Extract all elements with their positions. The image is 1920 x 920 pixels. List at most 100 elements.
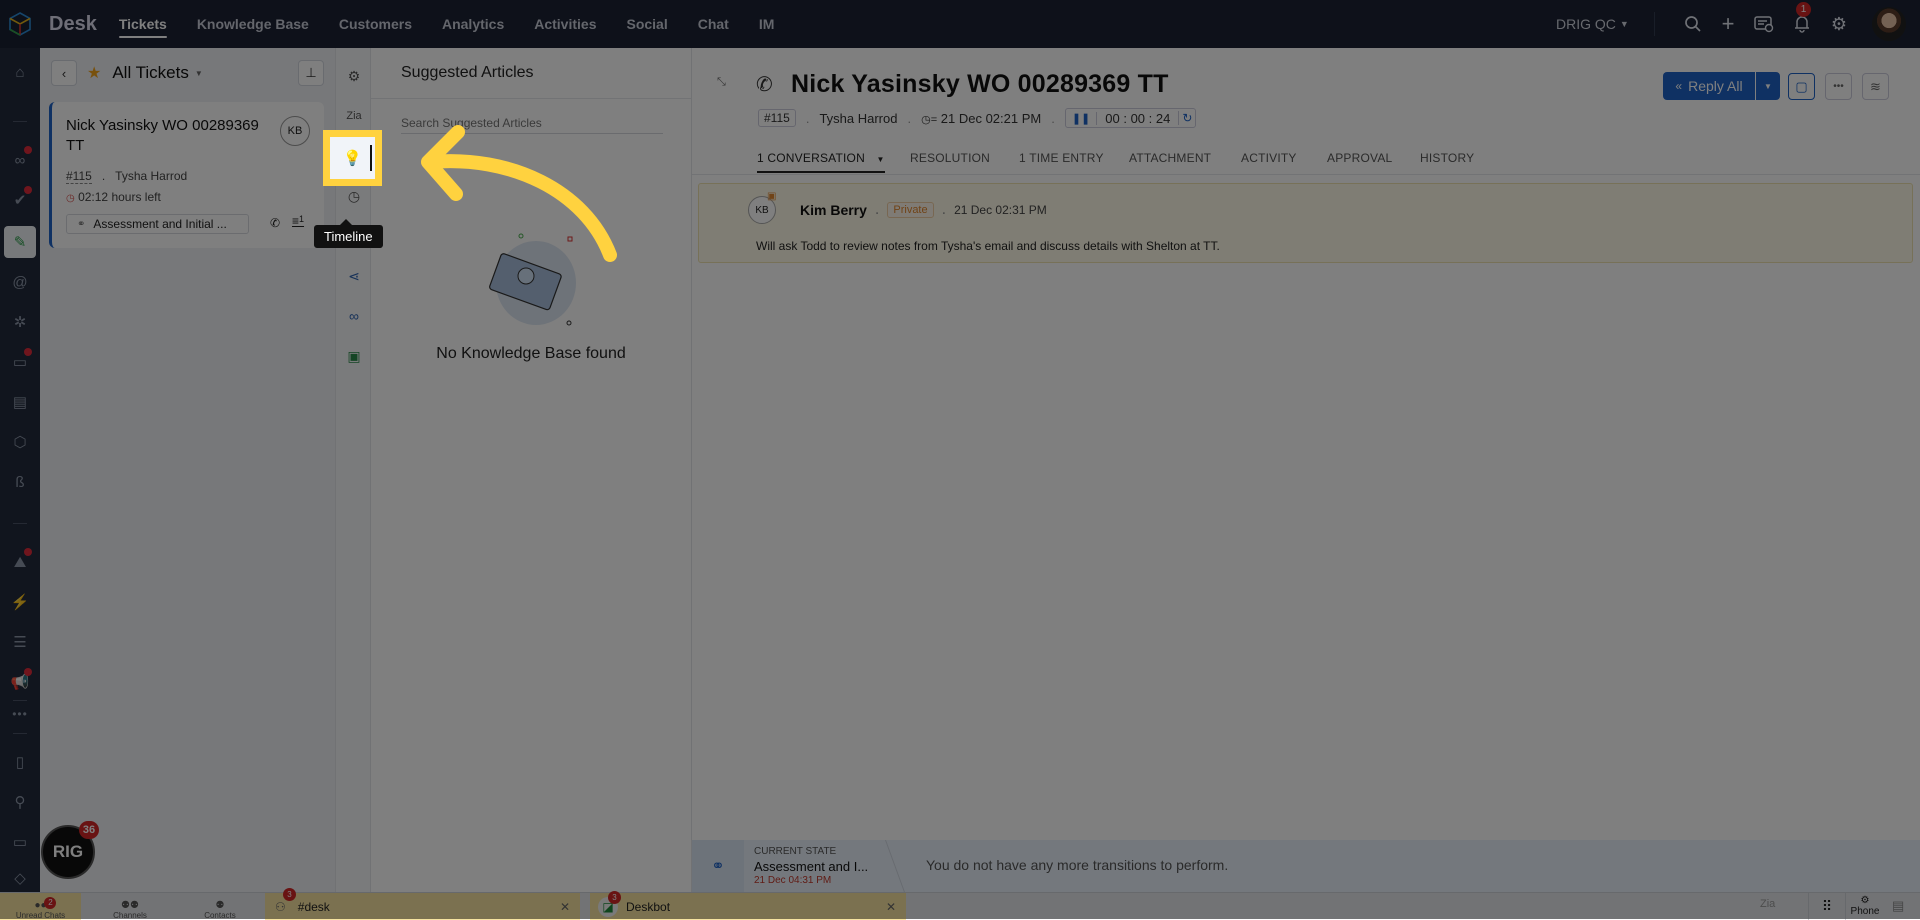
bolt-icon[interactable]: ⚡: [8, 590, 32, 614]
cubes-icon[interactable]: ⬡: [8, 430, 32, 454]
timeline-tooltip: Timeline: [314, 219, 383, 248]
nav-customers[interactable]: Customers: [339, 0, 412, 48]
state-value[interactable]: Assessment and I...: [754, 859, 868, 874]
link-icon[interactable]: ∞: [8, 146, 32, 172]
comment-badge-icon: ▣: [767, 191, 777, 202]
nav-activities[interactable]: Activities: [534, 0, 596, 48]
tab-resolution[interactable]: RESOLUTION: [910, 151, 990, 165]
chat-tab-desk[interactable]: ⚇ 3 #desk ✕: [265, 887, 580, 920]
reply-all-button[interactable]: «Reply All: [1663, 72, 1755, 100]
chat-tab-deskbot[interactable]: ◪ 3 Deskbot ✕: [590, 890, 906, 920]
blueprint-icon[interactable]: ⚭: [692, 840, 744, 892]
unread-chats-button[interactable]: ●● 2 Unread Chats: [0, 893, 81, 920]
due-icon: ◷=: [921, 113, 938, 126]
check-icon[interactable]: ✔: [8, 186, 32, 212]
bot-badge: 36: [79, 821, 99, 839]
contacts-button[interactable]: ⚉ Contacts: [190, 893, 250, 920]
gear-icon[interactable]: ⚙: [1827, 12, 1851, 36]
megaphone-icon[interactable]: 📢: [8, 668, 32, 694]
home-icon[interactable]: ⌂: [8, 60, 32, 84]
timer[interactable]: ❚❚ 00 : 00 : 24 ↻: [1064, 108, 1197, 128]
wallet-icon[interactable]: ▭: [8, 830, 32, 854]
close-icon[interactable]: ✕: [886, 900, 896, 914]
ticket-number[interactable]: #115: [758, 109, 796, 127]
nav-chat[interactable]: Chat: [698, 0, 729, 48]
more-actions-button[interactable]: •••: [1825, 73, 1852, 100]
nav-knowledge-base[interactable]: Knowledge Base: [197, 0, 309, 48]
pin-button[interactable]: ⊥: [298, 60, 324, 86]
user-avatar[interactable]: [1872, 7, 1906, 41]
properties-icon[interactable]: ⚙: [342, 64, 366, 88]
plus-icon[interactable]: +: [1716, 11, 1740, 36]
notebook-icon[interactable]: ▯: [8, 750, 32, 774]
tab-attachment[interactable]: ATTACHMENT: [1129, 151, 1211, 165]
at-icon[interactable]: @: [8, 270, 32, 294]
private-badge: Private: [887, 202, 934, 218]
status-chip[interactable]: ⚭ Assessment and Initial ...: [66, 214, 249, 234]
tickets-icon[interactable]: ✎: [4, 226, 36, 258]
search-icon[interactable]: [1681, 12, 1705, 36]
tab-approval[interactable]: APPROVAL: [1327, 151, 1392, 165]
bell-icon[interactable]: 1: [1790, 2, 1814, 36]
nav-analytics[interactable]: Analytics: [442, 0, 504, 48]
folder-chart-icon[interactable]: ▭: [8, 348, 32, 374]
more-icon[interactable]: •••: [8, 702, 32, 726]
due-date[interactable]: ◷= 21 Dec 02:21 PM: [921, 111, 1041, 126]
comment-button[interactable]: ▢: [1788, 73, 1815, 100]
ticket-number[interactable]: #115: [66, 169, 92, 184]
documents-icon[interactable]: ▤: [8, 390, 32, 414]
channels-button[interactable]: ⚉⚉ Channels: [100, 893, 160, 920]
zia-icon[interactable]: Zia: [342, 104, 366, 128]
rail-divider: [13, 733, 27, 734]
zia-chat-icon[interactable]: Zia: [1760, 898, 1775, 910]
tab-history[interactable]: HISTORY: [1420, 151, 1474, 165]
pause-icon[interactable]: ❚❚: [1066, 111, 1098, 125]
brand-name: Desk: [49, 12, 97, 35]
rail-divider: [13, 121, 27, 122]
close-icon[interactable]: ✕: [560, 900, 570, 914]
separator: .: [874, 201, 880, 218]
chat-bot-launcher[interactable]: RIG 36: [41, 821, 99, 879]
badge-icon[interactable]: ß: [8, 470, 32, 494]
contact-name[interactable]: Tysha Harrod: [819, 111, 897, 126]
link-icon[interactable]: ∞: [342, 304, 366, 328]
layers-button[interactable]: ≋: [1862, 73, 1889, 100]
assignee-avatar[interactable]: KB: [280, 116, 310, 146]
org-switcher[interactable]: DRIG QC ▼: [1556, 0, 1629, 48]
ticket-alert-icon[interactable]: [1752, 12, 1776, 36]
timeline-icon[interactable]: ◷: [342, 184, 366, 208]
network-icon[interactable]: ✲: [8, 310, 32, 334]
archive-icon[interactable]: ▤: [1892, 898, 1904, 914]
phone-button[interactable]: ⚙ Phone: [1846, 893, 1884, 920]
collapse-icon[interactable]: ⤡: [717, 76, 726, 89]
certificate-icon[interactable]: ☰: [8, 630, 32, 654]
top-bar: Desk Tickets Knowledge Base Customers An…: [0, 0, 1920, 48]
nav-social[interactable]: Social: [626, 0, 667, 48]
mountain-icon[interactable]: ⛰: [8, 548, 32, 574]
tab-conversation[interactable]: 1 CONVERSATION ▼: [757, 151, 885, 173]
nav-tickets[interactable]: Tickets: [118, 0, 167, 48]
dialpad-icon[interactable]: ⠿: [1808, 893, 1846, 920]
nav-im[interactable]: IM: [759, 0, 775, 48]
back-button[interactable]: ‹: [51, 60, 77, 86]
view-title[interactable]: All Tickets: [112, 63, 189, 83]
reply-dropdown-button[interactable]: ▼: [1756, 72, 1780, 100]
view-dropdown-icon[interactable]: ▼: [195, 69, 203, 78]
tab-time-entry[interactable]: 1 TIME ENTRY: [1019, 151, 1104, 165]
suggested-articles-button[interactable]: 💡: [330, 137, 375, 179]
ticket-card[interactable]: Nick Yasinsky WO 00289369 TT KB #115 . T…: [49, 102, 324, 248]
search-zoom-icon[interactable]: ⚲: [8, 790, 32, 814]
reset-icon[interactable]: ↻: [1178, 111, 1195, 125]
checklist-icon[interactable]: ▣: [342, 344, 366, 368]
share-icon[interactable]: ⋖: [342, 264, 366, 288]
separator: .: [1051, 110, 1055, 126]
tag-icon[interactable]: ◇: [8, 866, 32, 890]
author-name[interactable]: Kim Berry: [800, 202, 867, 218]
contact-name[interactable]: Tysha Harrod: [115, 169, 187, 184]
empty-state-text: No Knowledge Base found: [436, 345, 626, 362]
app-logo[interactable]: [0, 0, 40, 48]
star-icon[interactable]: ★: [87, 63, 101, 83]
ticket-subject[interactable]: Nick Yasinsky WO 00289369 TT: [66, 116, 271, 156]
tab-activity[interactable]: ACTIVITY: [1241, 151, 1297, 165]
thread-count[interactable]: ≡1: [292, 214, 304, 228]
